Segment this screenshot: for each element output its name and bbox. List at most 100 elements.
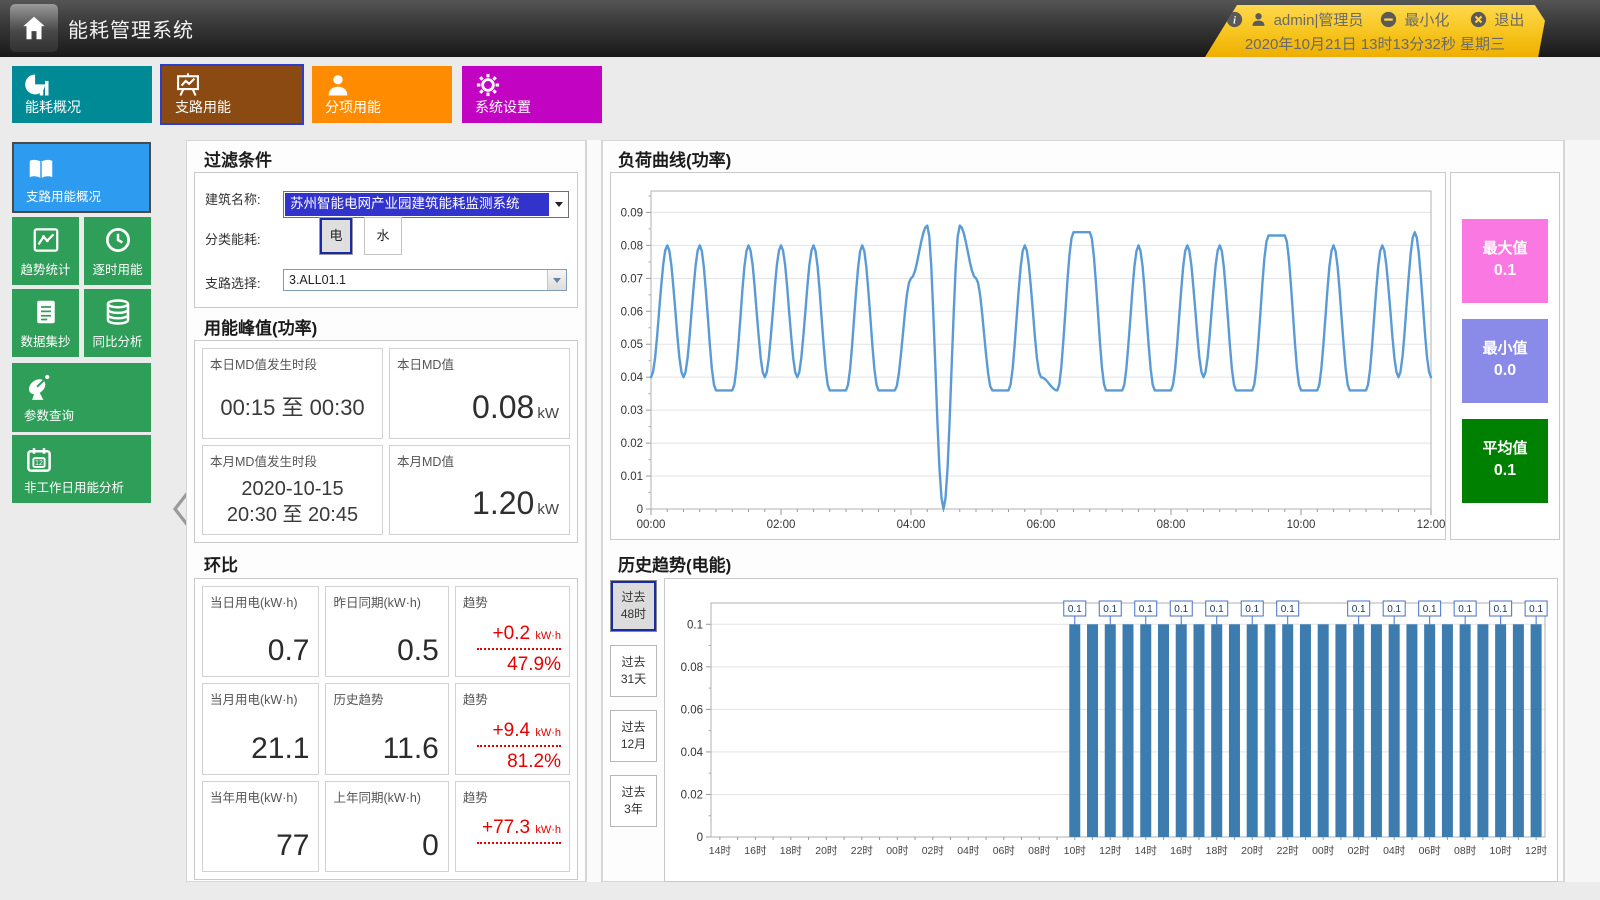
home-button[interactable] [10, 4, 58, 52]
filter-heading: 过滤条件 [204, 146, 272, 171]
svg-text:06时: 06时 [1419, 845, 1442, 857]
nav-tile-3[interactable]: 系统设置 [462, 66, 602, 123]
svg-text:12时: 12时 [1099, 845, 1122, 857]
nav-tile-1[interactable]: 支路用能 [162, 66, 302, 123]
right-edge-strip [1564, 140, 1600, 882]
sidebar-item-1[interactable]: 趋势统计 [12, 217, 79, 285]
card-label: 当月用电(kW·h) [210, 689, 298, 708]
svg-text:i: i [1233, 15, 1236, 26]
peak-heading: 用能峰值(功率) [204, 314, 317, 339]
value-card-row0-col1: 昨日同期(kW·h)0.5 [325, 586, 448, 677]
svg-text:0.07: 0.07 [621, 273, 643, 285]
database-icon [103, 297, 133, 327]
minimize-icon[interactable] [1380, 11, 1397, 28]
pie-chart-icon [24, 71, 52, 99]
trend-delta-value: +0.2 [493, 623, 536, 644]
history-chart-panel: 00.020.040.060.080.114时16时18时20时22时00时02… [664, 578, 1558, 882]
document-icon [31, 297, 61, 327]
sidebar-item-label: 同比分析 [92, 335, 142, 349]
range-button-48时[interactable]: 过去48时 [610, 580, 657, 632]
building-select[interactable]: 苏州智能电网产业园建筑能耗监测系统 [283, 191, 569, 218]
range-button-3年[interactable]: 过去3年 [610, 775, 657, 827]
energy-option-electric[interactable]: 电 [319, 217, 353, 255]
ring-compare-heading: 环比 [204, 551, 238, 576]
home-icon [19, 13, 49, 43]
card-label: 历史趋势 [333, 689, 383, 708]
card-value: 0.7 [268, 634, 310, 668]
svg-text:20时: 20时 [815, 845, 838, 857]
svg-text:02时: 02时 [922, 845, 945, 857]
range-button-31天[interactable]: 过去31天 [610, 645, 657, 697]
card-value: 0 [422, 829, 439, 863]
svg-text:0.08: 0.08 [621, 240, 643, 252]
sidebar-item-2[interactable]: 逐时用能 [84, 217, 151, 285]
sidebar-item-label: 数据集抄 [20, 335, 70, 349]
nav-tile-2[interactable]: 分项用能 [312, 66, 452, 123]
svg-text:00时: 00时 [886, 845, 909, 857]
logout-icon[interactable] [1470, 11, 1487, 28]
stat-value: 0.1 [1462, 462, 1548, 480]
svg-text:08:00: 08:00 [1157, 519, 1186, 531]
building-select-value: 苏州智能电网产业园建筑能耗监测系统 [285, 193, 549, 216]
svg-text:0.03: 0.03 [621, 405, 643, 417]
user-icon [1250, 11, 1267, 28]
svg-text:10时: 10时 [1064, 845, 1087, 857]
sidebar-item-label: 参数查询 [24, 409, 74, 423]
sidebar-item-label: 趋势统计 [20, 263, 70, 277]
svg-text:0.1: 0.1 [1139, 604, 1153, 615]
svg-text:04时: 04时 [957, 845, 980, 857]
trend-separator [477, 745, 561, 747]
branch-select[interactable]: 3.ALL01.1 [283, 269, 567, 291]
svg-text:22时: 22时 [851, 845, 874, 857]
trend-card-row2: 趋势+77.3 kW·h [455, 781, 570, 872]
svg-text:08时: 08时 [1454, 845, 1477, 857]
trend-percent: 47.9% [507, 654, 561, 675]
svg-text:02时: 02时 [1348, 845, 1371, 857]
sidebar-item-0[interactable]: 支路用能概况 [12, 142, 151, 213]
nav-tile-label: 能耗概况 [25, 97, 81, 117]
peak-month-md-unit: kW [537, 501, 559, 518]
peak-card-month-md: 本月MD值 1.20kW [389, 445, 570, 536]
nav-tile-label: 分项用能 [325, 97, 381, 117]
svg-text:08时: 08时 [1028, 845, 1051, 857]
sidebar-item-label: 逐时用能 [92, 263, 142, 277]
card-label: 当年用电(kW·h) [210, 787, 298, 806]
user-info-badge: i admin|管理员 最小化 退出 2020年10月21日 13时13分32秒… [1205, 5, 1545, 57]
svg-text:22时: 22时 [1277, 845, 1300, 857]
minimize-button[interactable]: 最小化 [1404, 9, 1449, 30]
card-label: 上年同期(kW·h) [333, 787, 421, 806]
svg-text:06时: 06时 [993, 845, 1016, 857]
trend-delta-value: +77.3 [482, 817, 535, 838]
building-label: 建筑名称: [205, 189, 261, 208]
card-label: 趋势 [463, 689, 488, 708]
svg-text:18时: 18时 [1206, 845, 1229, 857]
trend-delta-unit: kW·h [535, 824, 561, 836]
svg-text:0.02: 0.02 [681, 789, 703, 801]
peak-card-today-md: 本日MD值 0.08kW [389, 348, 570, 439]
nav-tile-0[interactable]: 能耗概况 [12, 66, 152, 123]
card-label: 当日用电(kW·h) [210, 592, 298, 611]
sidebar-item-5[interactable]: 参数查询 [12, 363, 151, 432]
sidebar-item-3[interactable]: 数据集抄 [12, 289, 79, 357]
stat-value: 0.0 [1462, 362, 1548, 380]
svg-text:0.06: 0.06 [621, 306, 643, 318]
sidebar-item-4[interactable]: 同比分析 [84, 289, 151, 357]
svg-text:12时: 12时 [1525, 845, 1548, 857]
svg-text:16时: 16时 [744, 845, 767, 857]
datetime-text: 2020年10月21日 13时13分32秒 星期三 [1205, 33, 1545, 54]
sidebar-item-6[interactable]: 12非工作日用能分析 [12, 435, 151, 503]
energy-option-water[interactable]: 水 [364, 217, 402, 255]
dropdown-arrow-icon [547, 270, 566, 290]
history-trend-chart: 00.020.040.060.080.114时16时18时20时22时00时02… [665, 579, 1557, 881]
value-card-row2-col0: 当年用电(kW·h)77 [202, 781, 319, 872]
trend-delta-unit: kW·h [535, 630, 561, 642]
svg-text:14时: 14时 [1135, 845, 1158, 857]
logout-button[interactable]: 退出 [1494, 9, 1524, 30]
stat-label: 平均值 [1462, 437, 1548, 458]
svg-text:14时: 14时 [709, 845, 732, 857]
nav-tile-label: 支路用能 [175, 97, 231, 117]
info-icon[interactable]: i [1226, 11, 1243, 28]
range-button-12月[interactable]: 过去12月 [610, 710, 657, 762]
svg-text:0.08: 0.08 [681, 662, 703, 674]
svg-text:0.04: 0.04 [681, 747, 704, 759]
